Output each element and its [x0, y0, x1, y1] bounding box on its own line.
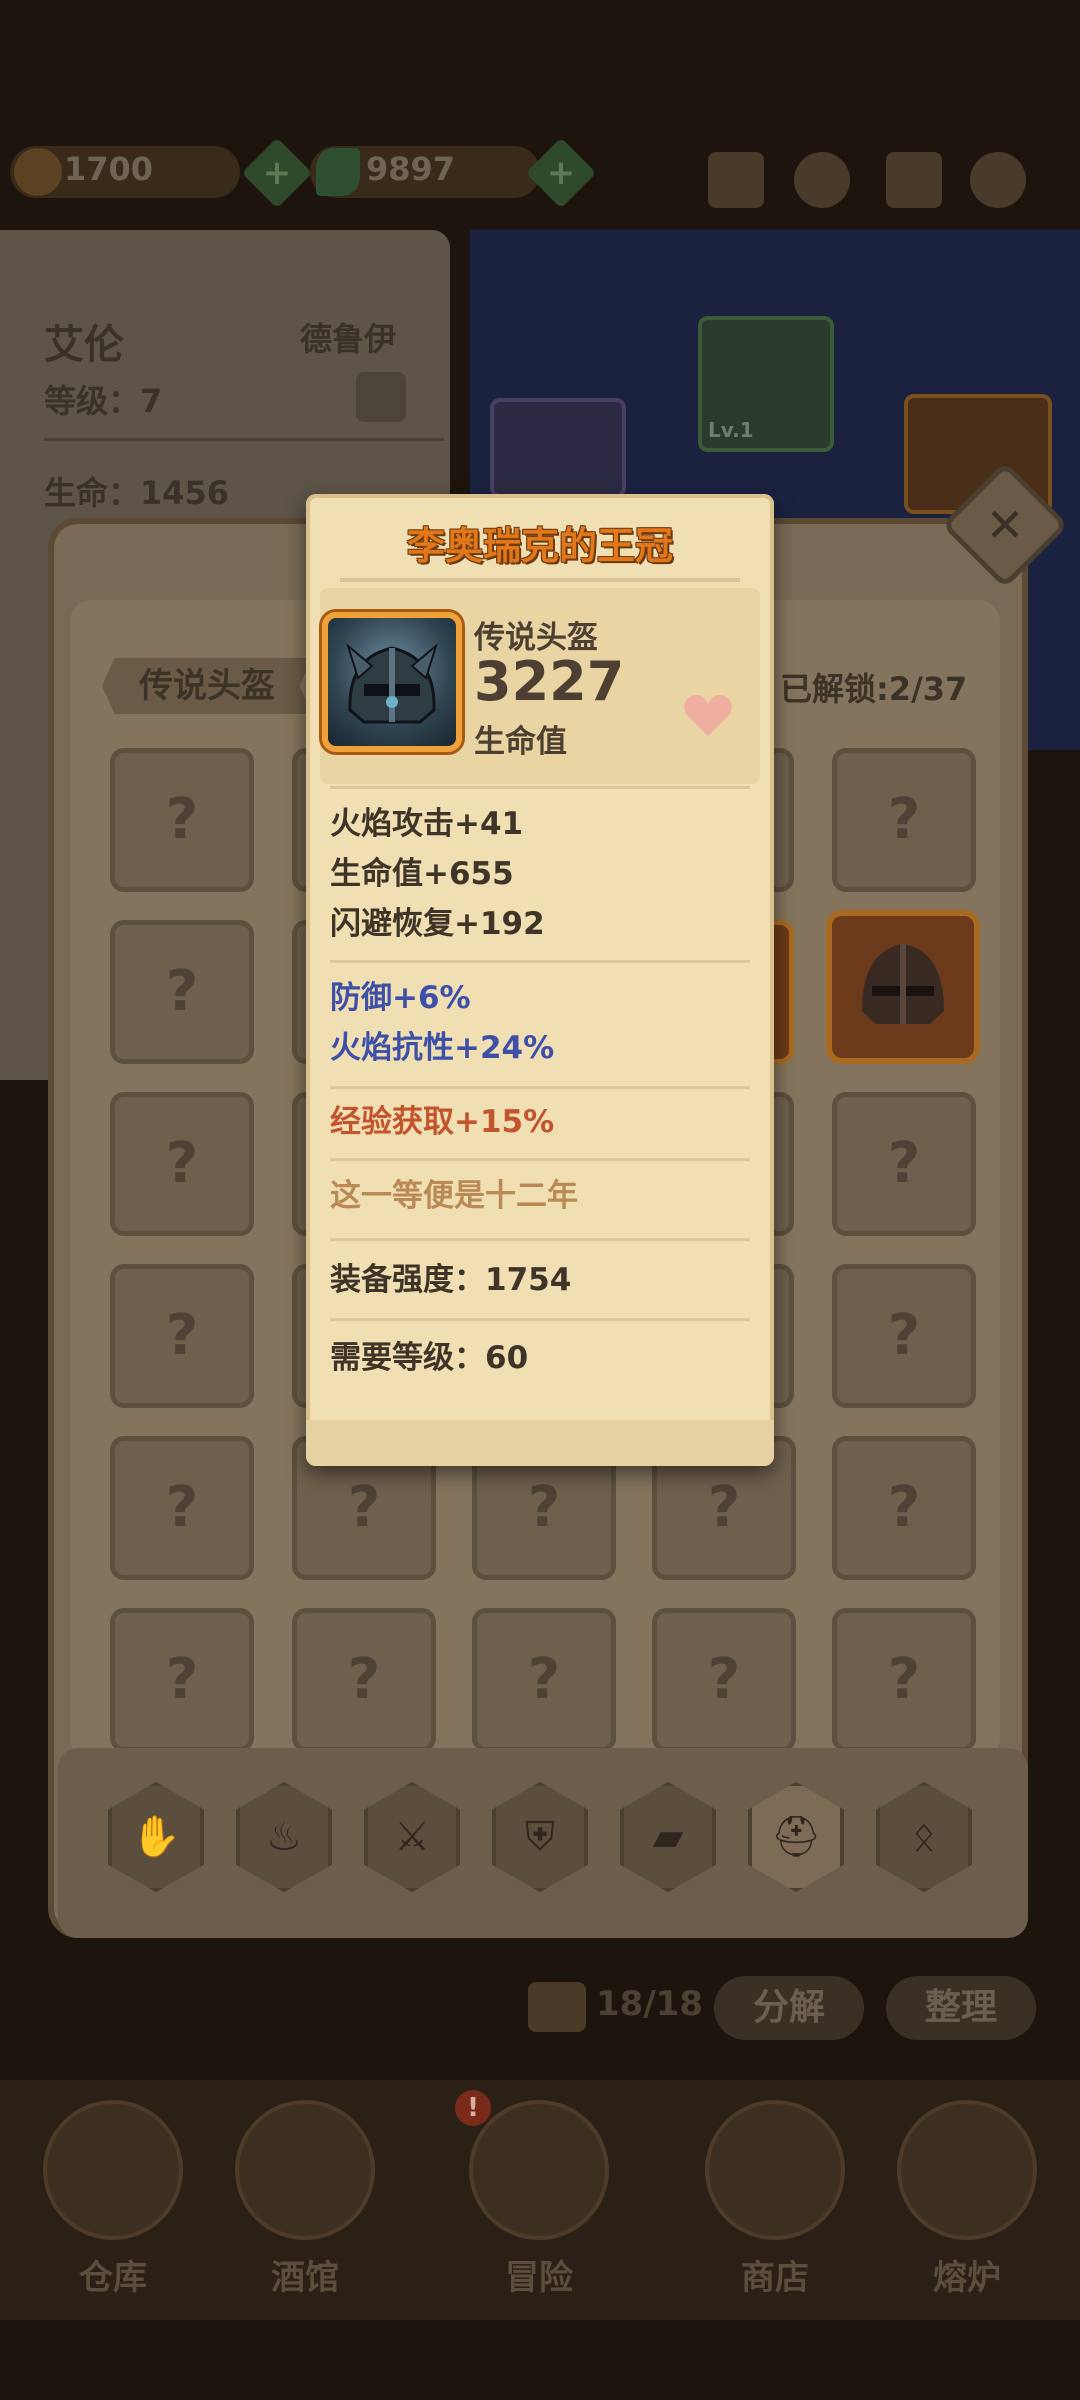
amulet-icon: ᛟ: [912, 1814, 936, 1860]
locked-slot[interactable]: ?: [832, 1436, 976, 1580]
helmet-icon: [862, 944, 944, 1024]
item-main-value-label: 生命值: [474, 724, 567, 760]
mail-icon[interactable]: [708, 152, 764, 208]
equipment-power: 装备强度：1754: [330, 1262, 572, 1298]
locked-slot[interactable]: ?: [292, 1608, 436, 1752]
equipped-weapon-slot[interactable]: [490, 398, 626, 498]
item-icon-frame: [322, 612, 462, 752]
divider: [330, 1318, 750, 1321]
chest-icon: [528, 1982, 586, 2032]
hero-name: 艾伦: [44, 322, 124, 368]
divider: [330, 786, 750, 789]
item-main-value: 3227: [474, 650, 625, 713]
nav-forge[interactable]: 熔炉: [872, 2100, 1062, 2300]
nav-warehouse[interactable]: 仓库: [18, 2100, 208, 2300]
locked-slot[interactable]: ?: [110, 1608, 254, 1752]
nav-label: 熔炉: [933, 2258, 1001, 2298]
add-gem-button[interactable]: +: [525, 137, 597, 209]
nav-label: 商店: [741, 2258, 809, 2298]
helmet-item-slot[interactable]: [826, 910, 980, 1064]
locked-slot[interactable]: ?: [832, 748, 976, 892]
locked-slot[interactable]: ?: [110, 748, 254, 892]
hero-hp: 生命：1456: [44, 474, 230, 512]
gem-icon: [316, 148, 360, 196]
decompose-button[interactable]: 分解: [714, 1976, 864, 2040]
divider: [330, 1238, 750, 1241]
book-icon: ▰: [652, 1814, 684, 1860]
flavor-text: 这一等便是十二年: [330, 1178, 578, 1214]
divider: [330, 1086, 750, 1089]
hero-class: 德鲁伊: [300, 320, 397, 358]
crown-helmet-icon: [346, 643, 438, 724]
shop-icon: [705, 2100, 845, 2240]
close-icon: ✕: [985, 498, 1025, 552]
bottom-navigation: 仓库 酒馆 冒险 商店 熔炉: [0, 2080, 1080, 2320]
chicken-leg-icon: ♨: [266, 1814, 302, 1860]
category-label: 传说头盔: [139, 666, 275, 706]
forge-icon: [897, 2100, 1037, 2240]
stat-line: 生命值+655: [330, 856, 514, 892]
stat-line: 火焰攻击+41: [330, 806, 524, 842]
item-name: 李奥瑞克的王冠: [406, 524, 673, 568]
sword-icon: ⚔: [394, 1814, 430, 1860]
book-icon[interactable]: [886, 152, 942, 208]
card-footer-decoration: [306, 1420, 774, 1466]
divider: [44, 438, 444, 441]
nav-label: 仓库: [79, 2258, 147, 2298]
nav-label: 酒馆: [271, 2258, 339, 2298]
tavern-icon: [235, 2100, 375, 2240]
nav-adventure[interactable]: 冒险: [444, 2100, 634, 2300]
plus-icon: +: [546, 153, 576, 193]
gold-coin-icon: [14, 148, 62, 196]
locked-slot[interactable]: ?: [832, 1092, 976, 1236]
equipped-helmet-level: Lv.1: [708, 418, 754, 442]
alert-badge: !: [455, 2090, 491, 2126]
plus-icon: +: [262, 153, 292, 193]
locked-slot[interactable]: ?: [110, 1264, 254, 1408]
locked-slot[interactable]: ?: [472, 1608, 616, 1752]
adventure-icon: [469, 2100, 609, 2240]
helmet-icon: ⛑: [770, 1814, 822, 1860]
bonus-stat-line: 火焰抗性+24%: [330, 1030, 555, 1066]
locked-slot[interactable]: ?: [832, 1264, 976, 1408]
divider: [330, 960, 750, 963]
required-level: 需要等级：60: [330, 1340, 529, 1376]
warehouse-icon: [43, 2100, 183, 2240]
shield-icon: ⛨: [525, 1814, 555, 1860]
nav-tavern[interactable]: 酒馆: [210, 2100, 400, 2300]
gold-amount: 1700: [64, 150, 154, 188]
locked-slot[interactable]: ?: [110, 1092, 254, 1236]
gem-amount: 9897: [366, 150, 456, 188]
hero-class-icon: [356, 372, 406, 422]
locked-slot[interactable]: ?: [110, 920, 254, 1064]
sort-button[interactable]: 整理: [886, 1976, 1036, 2040]
locked-slot[interactable]: ?: [110, 1436, 254, 1580]
divider: [330, 1158, 750, 1161]
badge-icon[interactable]: [794, 152, 850, 208]
nav-shop[interactable]: 商店: [680, 2100, 870, 2300]
add-gold-button[interactable]: +: [241, 137, 313, 209]
title-divider: [340, 578, 740, 582]
glove-icon: ✋: [131, 1814, 181, 1860]
locked-slot[interactable]: ?: [652, 1608, 796, 1752]
special-stat-line: 经验获取+15%: [330, 1104, 555, 1140]
unlocked-count: 已解锁:2/37: [780, 670, 968, 708]
stat-line: 闪避恢复+192: [330, 906, 545, 942]
gear-icon[interactable]: [970, 152, 1026, 208]
locked-slot[interactable]: ?: [832, 1608, 976, 1752]
bag-capacity: 18/18: [596, 1984, 704, 2024]
bonus-stat-line: 防御+6%: [330, 980, 471, 1016]
hero-level: 等级：7: [44, 382, 163, 420]
nav-label: 冒险: [505, 2258, 573, 2298]
